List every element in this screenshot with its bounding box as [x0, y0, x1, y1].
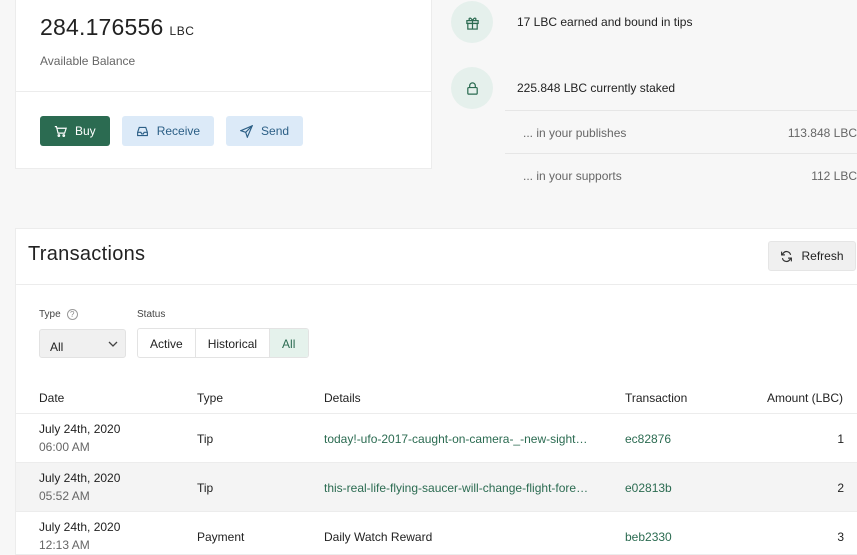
column-type: Type: [197, 391, 224, 405]
row-time: 05:52 AM: [39, 489, 90, 503]
column-amount: Amount (LBC): [766, 391, 843, 405]
send-label: Send: [261, 124, 290, 138]
refresh-button[interactable]: Refresh: [768, 241, 856, 271]
table-row: July 24th, 2020 12:13 AM Payment Daily W…: [16, 511, 857, 555]
row-time: 06:00 AM: [39, 440, 90, 454]
refresh-label: Refresh: [801, 249, 844, 263]
lock-icon: [466, 81, 478, 95]
column-transaction: Transaction: [625, 391, 688, 405]
row-date: July 24th, 2020: [39, 422, 121, 436]
row-amount: 2: [837, 481, 844, 495]
balance-card: 284.176556 LBC Available Balance Buy Rece…: [15, 0, 432, 169]
divider: [16, 284, 857, 285]
row-type: Payment: [197, 530, 245, 544]
row-date: July 24th, 2020: [39, 471, 121, 485]
status-active-button[interactable]: Active: [138, 329, 196, 357]
row-details: Daily Watch Reward: [324, 530, 433, 544]
publishes-label: ... in your publishes: [523, 126, 627, 140]
row-type: Tip: [197, 432, 214, 446]
transactions-card: Transactions Refresh Type ? All Status A…: [15, 228, 857, 555]
gift-icon: [465, 17, 479, 30]
help-icon[interactable]: ?: [66, 309, 78, 320]
publishes-row: ... in your publishes 113.848 LBC: [505, 110, 857, 153]
table-row: July 24th, 2020 06:00 AM Tip today!-ufo-…: [16, 413, 857, 462]
divider: [16, 91, 431, 92]
tips-stat: 17 LBC earned and bound in tips: [517, 15, 693, 29]
lock-icon-badge: [451, 67, 493, 109]
status-toggle: Active Historical All: [137, 328, 310, 358]
type-filter-label: Type ?: [39, 309, 78, 320]
row-details-link[interactable]: this-real-life-flying-saucer-will-change…: [324, 481, 589, 495]
type-select[interactable]: All: [39, 329, 126, 358]
buy-label: Buy: [75, 124, 96, 138]
row-transaction-link[interactable]: e02813b: [625, 481, 672, 495]
column-date: Date: [39, 391, 65, 405]
transactions-title: Transactions: [28, 243, 146, 265]
send-button[interactable]: Send: [226, 116, 304, 146]
cart-icon: [54, 125, 67, 137]
inbox-icon: [136, 126, 148, 136]
balance-label: Available Balance: [40, 54, 136, 68]
buy-button[interactable]: Buy: [40, 116, 110, 146]
row-transaction-link[interactable]: ec82876: [625, 432, 671, 446]
balance-unit: LBC: [169, 24, 195, 38]
row-details-link[interactable]: today!-ufo-2017-caught-on-camera-_-new-s…: [324, 432, 589, 446]
refresh-icon: [781, 250, 793, 262]
row-amount: 3: [837, 530, 844, 544]
status-historical-button[interactable]: Historical: [196, 329, 271, 357]
row-transaction-link[interactable]: beb2330: [625, 530, 672, 544]
type-label: Type: [39, 309, 61, 320]
column-details: Details: [324, 391, 361, 405]
send-icon: [240, 124, 254, 138]
type-select-value: All: [50, 340, 64, 354]
table-row: July 24th, 2020 05:52 AM Tip this-real-l…: [16, 462, 857, 511]
gift-icon-badge: [451, 1, 493, 43]
staked-stat: 225.848 LBC currently staked: [517, 81, 676, 95]
status-filter-label: Status: [137, 309, 165, 320]
supports-label: ... in your supports: [523, 169, 622, 183]
row-amount: 1: [837, 432, 844, 446]
row-type: Tip: [197, 481, 214, 495]
chevron-down-icon: [108, 341, 118, 347]
supports-value: 112 LBC: [811, 169, 857, 183]
wallet-actions: Buy Receive Send: [40, 116, 304, 146]
supports-row: ... in your supports 112 LBC: [505, 153, 857, 196]
balance-amount: 284.176556 LBC: [40, 14, 194, 41]
status-label: Status: [137, 309, 166, 320]
balance-value: 284.176556: [40, 14, 164, 40]
row-time: 12:13 AM: [39, 538, 90, 552]
status-all-button[interactable]: All: [270, 329, 309, 357]
receive-label: Receive: [156, 124, 201, 138]
publishes-value: 113.848 LBC: [787, 126, 857, 140]
row-date: July 24th, 2020: [39, 520, 121, 534]
receive-button[interactable]: Receive: [121, 116, 215, 146]
